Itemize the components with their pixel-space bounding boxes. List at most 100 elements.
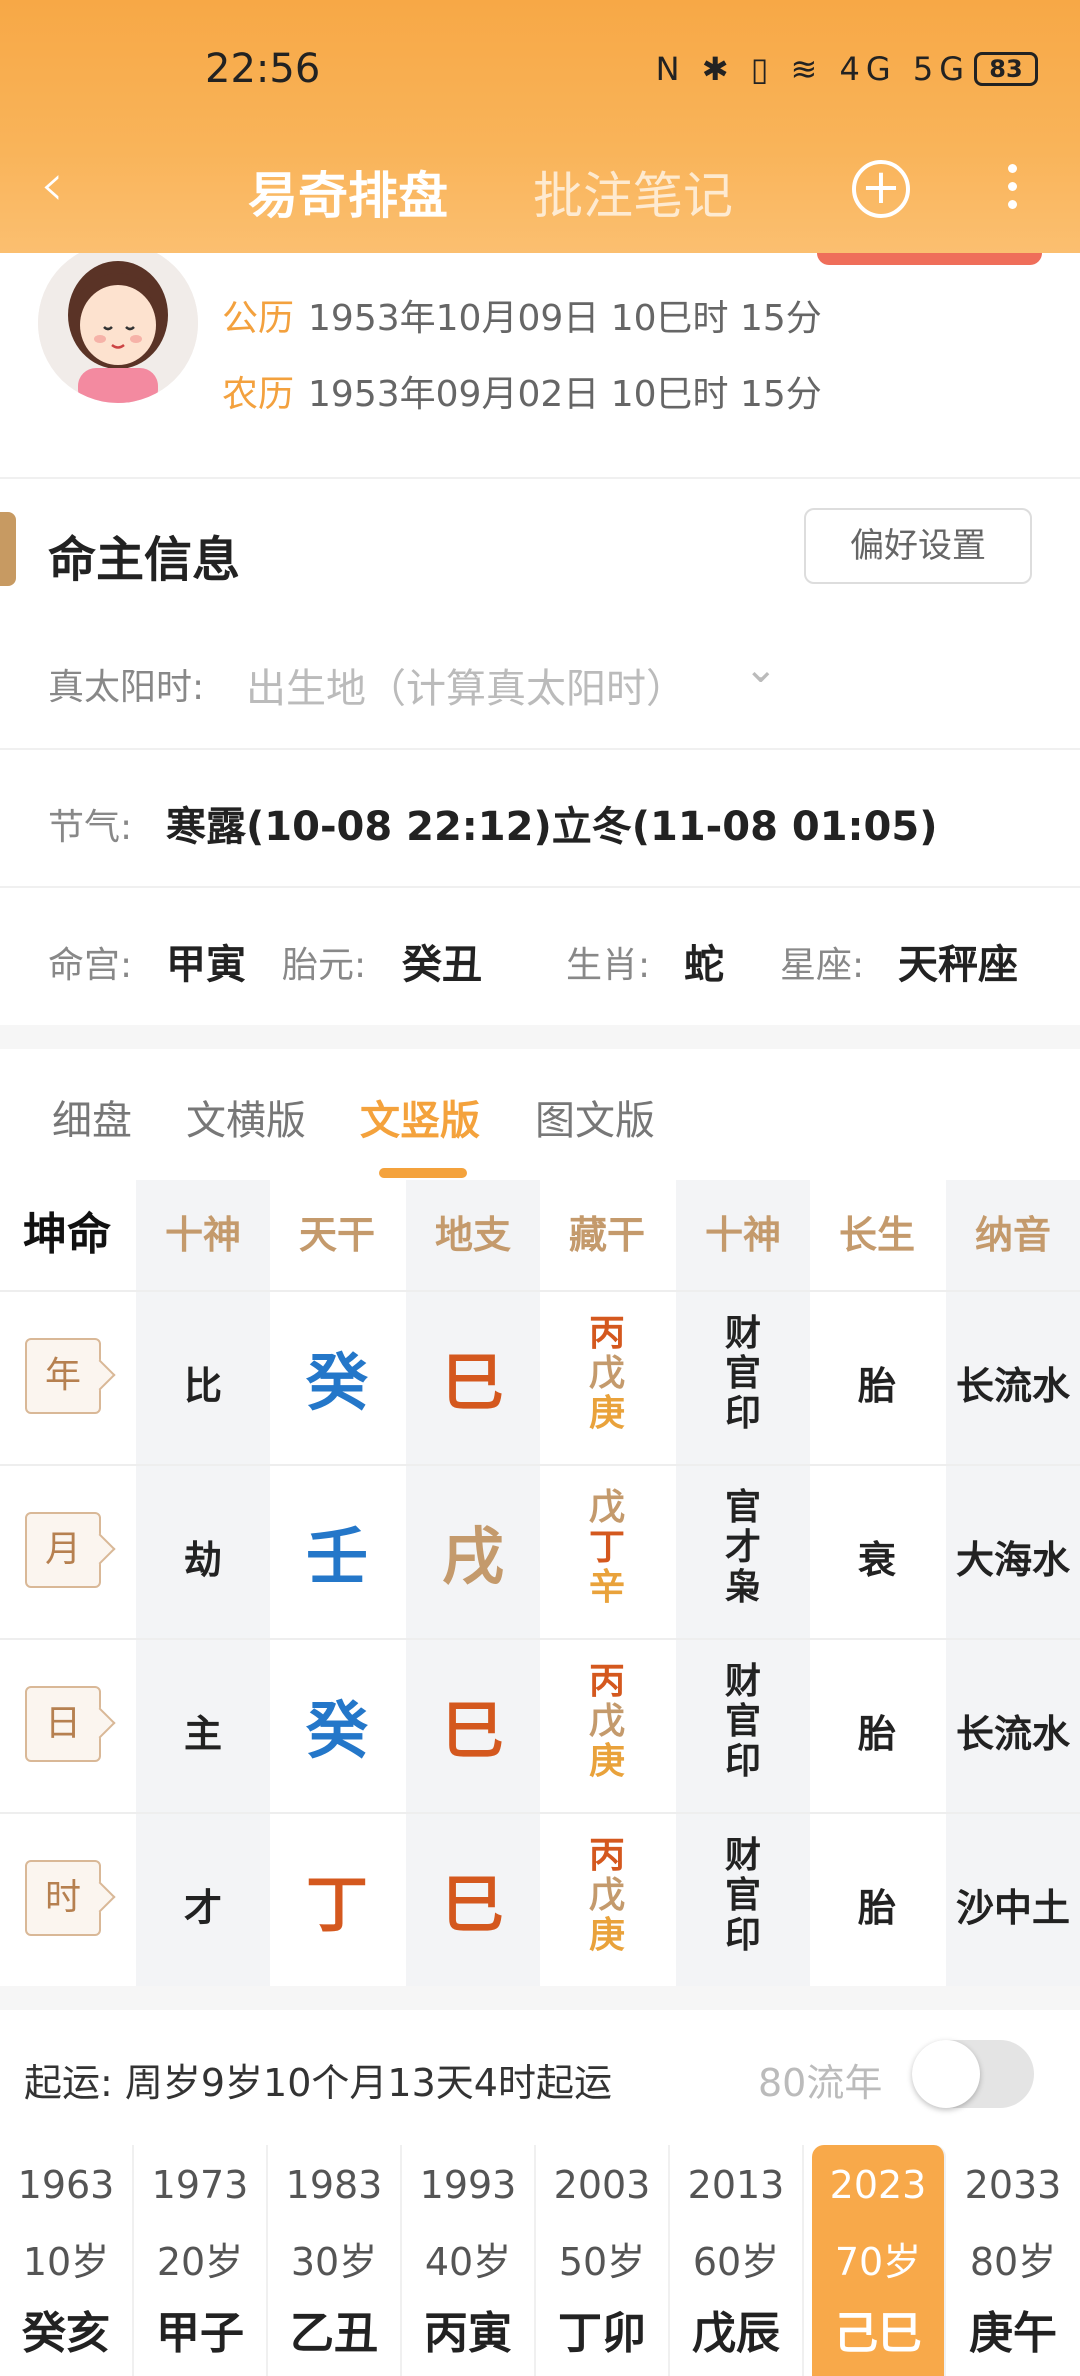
- taiyuan-label: 胎元:: [282, 945, 367, 986]
- canggan-shishen-char: 官: [724, 1875, 761, 1916]
- changsheng-cell: 胎: [857, 1886, 896, 1930]
- dayun-item[interactable]: 1983 30岁 乙丑: [268, 2145, 402, 2376]
- dayun-item[interactable]: 2013 60岁 戊辰: [670, 2145, 804, 2376]
- liunian-toggle[interactable]: [912, 2040, 1034, 2108]
- canggan-char: 丙: [588, 1835, 625, 1876]
- dayun-year: 1973: [151, 2163, 249, 2207]
- app-header: 22:56 N ✱ ▯ ≋ 4G 5G 83 ‹ 易奇排盘 批注笔记 +: [0, 0, 1080, 253]
- back-icon[interactable]: ‹: [40, 150, 64, 220]
- tab-xipan[interactable]: 细盘: [52, 1088, 132, 1146]
- dayun-item[interactable]: 1963 10岁 癸亥: [0, 2145, 134, 2376]
- canggan-char: 庚: [588, 1915, 625, 1956]
- tab-paipan[interactable]: 易奇排盘: [248, 156, 448, 228]
- true-solar-row[interactable]: 真太阳时: 出生地（计算真太阳时） ⌄: [0, 612, 1080, 750]
- dayun-ganzhi: 丁卯: [558, 2308, 646, 2359]
- canggan-char: 庚: [588, 1393, 625, 1434]
- dayun-ganzhi: 乙丑: [290, 2308, 378, 2359]
- lunar-date: 农历 1953年09月02日 10巳时 15分: [222, 365, 822, 417]
- dayun-item[interactable]: 1973 20岁 甲子: [134, 2145, 268, 2376]
- profile-card: 公历 1953年10月09日 10巳时 15分 农历 1953年09月02日 10巳…: [0, 243, 1080, 479]
- header-kunming: 坤命: [23, 1209, 111, 1260]
- xingzuo-label: 星座:: [780, 945, 865, 986]
- xingzuo-value: 天秤座: [898, 942, 1018, 988]
- shishen-cell: 劫: [183, 1538, 222, 1582]
- lunar-label: 农历: [222, 374, 295, 415]
- pillar-month[interactable]: 月: [25, 1512, 101, 1588]
- section-title: 命主信息: [48, 532, 241, 588]
- birthplace-select[interactable]: 出生地（计算真太阳时）: [246, 656, 686, 714]
- canggan-cell: 丙 戊 庚: [540, 1314, 674, 1434]
- jieqi-value: 寒露(10-08 22:12)立冬(11-08 01:05): [166, 804, 938, 850]
- header-canggan-shishen: 十神: [704, 1213, 781, 1257]
- dayun-age: 30岁: [290, 2240, 378, 2284]
- toggle-knob: [912, 2040, 980, 2108]
- minggong-label: 命宫:: [48, 945, 133, 986]
- avatar[interactable]: [38, 243, 198, 403]
- dayun-item-active[interactable]: 2023 70岁 己巳: [812, 2145, 946, 2376]
- canggan-cell: 丙 戊 庚: [540, 1662, 674, 1782]
- nayin-cell: 长流水: [955, 1364, 1070, 1408]
- header-dizhi: 地支: [434, 1213, 511, 1257]
- canggan-char: 辛: [588, 1567, 625, 1608]
- shengxiao-value: 蛇: [684, 942, 724, 988]
- pillar-hour[interactable]: 时: [25, 1860, 101, 1936]
- dayun-age: 40岁: [424, 2240, 512, 2284]
- dayun-item[interactable]: 2003 50岁 丁卯: [536, 2145, 670, 2376]
- qiyun-text: 起运: 周岁9岁10个月13天4时起运: [24, 2061, 612, 2105]
- chart-tabs: 细盘 文横版 文竖版 图文版: [0, 1050, 1080, 1178]
- tab-tuwen[interactable]: 图文版: [535, 1088, 655, 1146]
- dayun-ganzhi: 甲子: [156, 2308, 244, 2359]
- canggan-shishen-cell: 财 官 印: [676, 1836, 810, 1956]
- canggan-shishen-char: 才: [724, 1527, 761, 1568]
- dayun-strip: 1963 10岁 癸亥 1973 20岁 甲子 1983 30岁 乙丑 1993…: [0, 2145, 1080, 2376]
- canggan-cell: 丙 戊 庚: [540, 1836, 674, 1956]
- chevron-down-icon[interactable]: ⌄: [744, 646, 778, 692]
- tiangan-cell: 丁: [305, 1868, 368, 1941]
- dayun-year: 1963: [17, 2163, 115, 2207]
- status-time: 22:56: [205, 46, 321, 92]
- canggan-shishen-char: 财: [724, 1835, 761, 1876]
- tiangan-cell: 癸: [305, 1694, 368, 1767]
- dayun-ganzhi: 戊辰: [692, 2308, 780, 2359]
- lunar-value: 1953年09月02日 10巳时 15分: [308, 374, 822, 415]
- status-bar: 22:56 N ✱ ▯ ≋ 4G 5G 83: [0, 40, 1080, 100]
- tab-indicator: [379, 1168, 467, 1178]
- divider: [0, 1986, 1080, 2010]
- canggan-shishen-cell: 官 才 枭: [676, 1488, 810, 1608]
- tab-notes[interactable]: 批注笔记: [533, 156, 733, 228]
- canggan-char: 丙: [588, 1661, 625, 1702]
- header-canggan: 藏干: [568, 1213, 645, 1257]
- canggan-shishen-char: 枭: [724, 1567, 761, 1608]
- tab-wenshu[interactable]: 文竖版: [360, 1088, 480, 1146]
- pillar-year[interactable]: 年: [25, 1338, 101, 1414]
- liunian-label: 80流年: [758, 2061, 883, 2105]
- canggan-shishen-char: 官: [724, 1701, 761, 1742]
- canggan-char: 庚: [588, 1741, 625, 1782]
- jieqi-label: 节气:: [48, 807, 133, 848]
- dayun-item[interactable]: 1993 40岁 丙寅: [402, 2145, 536, 2376]
- pillar-day[interactable]: 日: [25, 1686, 101, 1762]
- battery-icon: 83: [974, 52, 1038, 86]
- canggan-shishen-cell: 财 官 印: [676, 1662, 810, 1782]
- tiangan-cell: 壬: [305, 1520, 368, 1593]
- changsheng-cell: 胎: [857, 1712, 896, 1756]
- section-header: 命主信息 偏好设置: [0, 500, 1080, 600]
- tab-wenheng[interactable]: 文横版: [186, 1088, 306, 1146]
- canggan-shishen-char: 财: [724, 1661, 761, 1702]
- dayun-item[interactable]: 2033 80岁 庚午: [946, 2145, 1080, 2376]
- add-icon[interactable]: +: [852, 160, 910, 218]
- qiyun-row: 起运: 周岁9岁10个月13天4时起运 80流年: [0, 2010, 1080, 2140]
- nav-bar: ‹ 易奇排盘 批注笔记 +: [0, 140, 1080, 240]
- preferences-button[interactable]: 偏好设置: [804, 508, 1032, 584]
- dayun-age: 70岁: [834, 2240, 922, 2284]
- solar-date: 公历 1953年10月09日 10巳时 15分: [222, 289, 822, 341]
- more-icon[interactable]: [1000, 158, 1024, 218]
- canggan-shishen-char: 财: [724, 1313, 761, 1354]
- row-divider: [0, 1464, 1080, 1466]
- header-nayin: 纳音: [974, 1213, 1051, 1257]
- shengxiao-label: 生肖:: [566, 945, 651, 986]
- divider: [0, 1025, 1080, 1049]
- nayin-cell: 长流水: [955, 1712, 1070, 1756]
- row-divider: [0, 1812, 1080, 1814]
- header-shishen: 十神: [164, 1213, 241, 1257]
